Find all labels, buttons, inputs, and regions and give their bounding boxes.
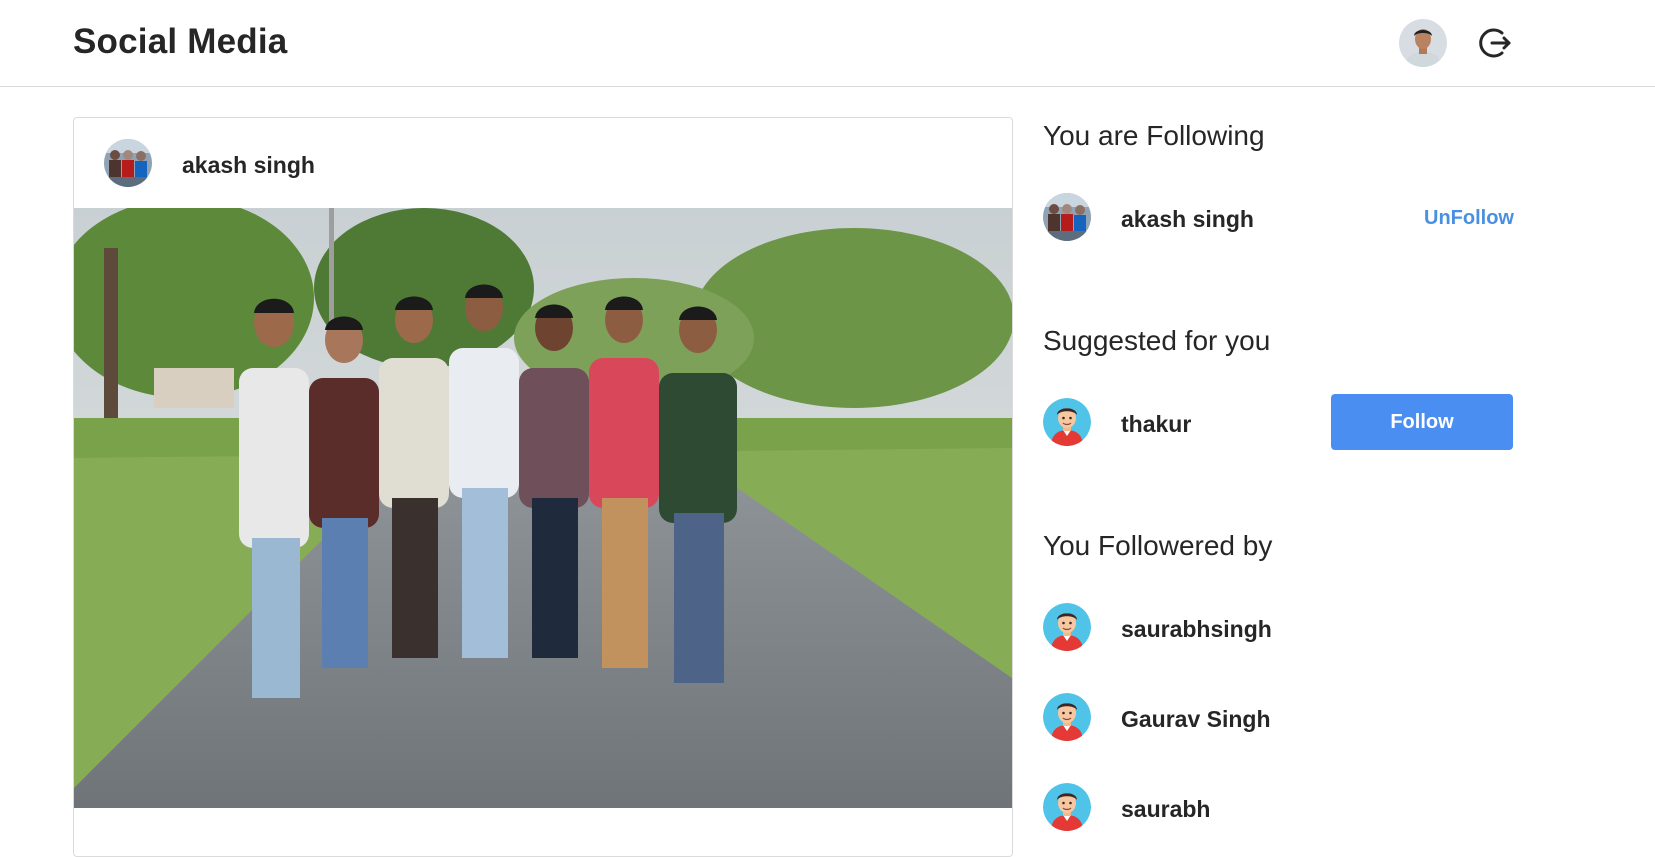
followers-section-title: You Followered by bbox=[1043, 530, 1273, 561]
app-brand[interactable]: Social Media bbox=[73, 22, 287, 62]
suggested-user-name[interactable]: thakur bbox=[1121, 411, 1191, 438]
logout-icon[interactable] bbox=[1476, 24, 1514, 62]
post-header: akash singh bbox=[74, 118, 1012, 208]
top-navbar: Social Media bbox=[0, 0, 1655, 87]
post-photo bbox=[74, 208, 1012, 808]
follower-name[interactable]: saurabh bbox=[1121, 796, 1210, 823]
post-author-name[interactable]: akash singh bbox=[182, 152, 315, 179]
follower-name[interactable]: saurabhsingh bbox=[1121, 616, 1272, 643]
following-section-title: You are Following bbox=[1043, 120, 1265, 151]
follower-name[interactable]: Gaurav Singh bbox=[1121, 706, 1271, 733]
follower-avatar[interactable] bbox=[1043, 603, 1091, 651]
following-user-name[interactable]: akash singh bbox=[1121, 206, 1254, 233]
follow-button[interactable]: Follow bbox=[1331, 394, 1513, 450]
suggested-section-title: Suggested for you bbox=[1043, 325, 1271, 356]
following-user-avatar[interactable] bbox=[1043, 193, 1091, 241]
post-card: akash singh bbox=[73, 117, 1013, 857]
follower-avatar[interactable] bbox=[1043, 783, 1091, 831]
unfollow-button[interactable]: UnFollow bbox=[1424, 207, 1514, 230]
post-author-avatar[interactable] bbox=[104, 139, 152, 187]
suggested-user-avatar[interactable] bbox=[1043, 398, 1091, 446]
follower-avatar[interactable] bbox=[1043, 693, 1091, 741]
profile-avatar[interactable] bbox=[1399, 19, 1447, 67]
